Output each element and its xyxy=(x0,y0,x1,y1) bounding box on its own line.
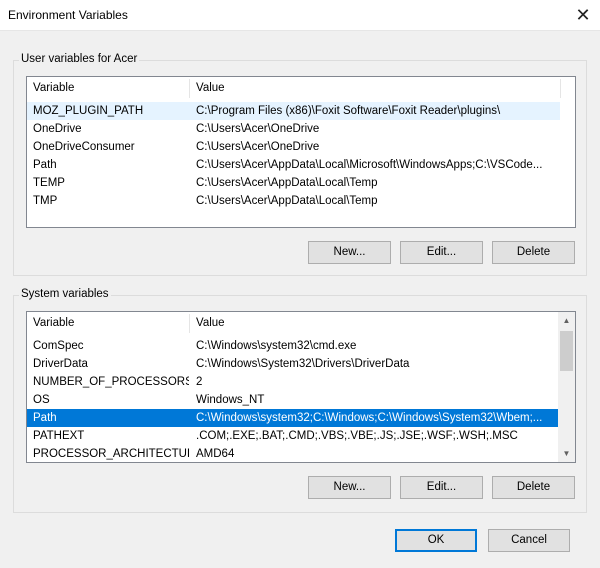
list-header: Variable Value xyxy=(27,312,575,334)
variable-cell: TEMP xyxy=(33,177,65,189)
table-row[interactable]: TMP C:\Users\Acer\AppData\Local\Temp xyxy=(27,192,560,210)
column-header-variable[interactable]: Variable xyxy=(27,312,189,334)
table-row[interactable]: Path C:\Users\Acer\AppData\Local\Microso… xyxy=(27,156,560,174)
variable-cell: OS xyxy=(33,394,50,406)
user-delete-button[interactable]: Delete xyxy=(492,241,575,264)
table-row[interactable]: TEMP C:\Users\Acer\AppData\Local\Temp xyxy=(27,174,560,192)
user-edit-button[interactable]: Edit... xyxy=(400,241,483,264)
value-cell: Windows_NT xyxy=(196,394,265,406)
column-header-value[interactable]: Value xyxy=(190,312,550,334)
user-new-button[interactable]: New... xyxy=(308,241,391,264)
user-variables-list[interactable]: Variable Value MOZ_PLUGIN_PATH C:\Progra… xyxy=(26,76,576,228)
value-cell: C:\Users\Acer\AppData\Local\Temp xyxy=(196,177,378,189)
value-cell: AMD64 xyxy=(196,448,235,460)
variable-cell: Path xyxy=(33,159,57,171)
system-variables-list[interactable]: Variable Value ComSpec C:\Windows\system… xyxy=(26,311,576,463)
system-new-button[interactable]: New... xyxy=(308,476,391,499)
scrollbar-thumb[interactable] xyxy=(560,331,573,371)
system-edit-button[interactable]: Edit... xyxy=(400,476,483,499)
scroll-down-icon[interactable]: ▼ xyxy=(558,445,575,462)
value-cell: 2 xyxy=(196,376,203,388)
table-row[interactable]: PROCESSOR_ARCHITECTURE AMD64 xyxy=(27,445,558,462)
value-cell: C:\Windows\system32\cmd.exe xyxy=(196,340,357,352)
variable-cell: NUMBER_OF_PROCESSORS xyxy=(33,376,189,388)
value-cell: C:\Program Files (x86)\Foxit Software\Fo… xyxy=(196,105,501,117)
column-divider[interactable] xyxy=(560,79,561,98)
column-header-value[interactable]: Value xyxy=(190,77,560,99)
value-cell: C:\Users\Acer\AppData\Local\Temp xyxy=(196,195,378,207)
close-icon[interactable]: ✕ xyxy=(566,0,600,30)
variable-cell: ComSpec xyxy=(33,340,84,352)
system-variables-label: System variables xyxy=(19,288,111,300)
user-variables-label: User variables for Acer xyxy=(19,53,140,65)
vertical-scrollbar[interactable]: ▲ ▼ xyxy=(558,312,575,462)
table-row[interactable]: NUMBER_OF_PROCESSORS 2 xyxy=(27,373,558,391)
variable-cell: PATHEXT xyxy=(33,430,85,442)
variable-cell: PROCESSOR_ARCHITECTURE xyxy=(33,448,189,460)
table-row[interactable]: OneDrive C:\Users\Acer\OneDrive xyxy=(27,120,560,138)
column-header-variable[interactable]: Variable xyxy=(27,77,189,99)
scroll-up-icon[interactable]: ▲ xyxy=(558,312,575,329)
table-row[interactable]: DriverData C:\Windows\System32\Drivers\D… xyxy=(27,355,558,373)
list-header: Variable Value xyxy=(27,77,575,99)
variable-cell: DriverData xyxy=(33,358,88,370)
table-row-selected[interactable]: Path C:\Windows\system32;C:\Windows;C:\W… xyxy=(27,409,558,427)
table-row[interactable]: ComSpec C:\Windows\system32\cmd.exe xyxy=(27,337,558,355)
variable-cell: TMP xyxy=(33,195,58,207)
variable-cell: MOZ_PLUGIN_PATH xyxy=(33,105,144,117)
value-cell: C:\Users\Acer\AppData\Local\Microsoft\Wi… xyxy=(196,159,543,171)
value-cell: C:\Windows\System32\Drivers\DriverData xyxy=(196,358,410,370)
title-bar: Environment Variables ✕ xyxy=(0,0,600,31)
table-row[interactable]: OneDriveConsumer C:\Users\Acer\OneDrive xyxy=(27,138,560,156)
variable-cell: OneDriveConsumer xyxy=(33,141,135,153)
system-delete-button[interactable]: Delete xyxy=(492,476,575,499)
table-row[interactable]: OS Windows_NT xyxy=(27,391,558,409)
variable-cell: OneDrive xyxy=(33,123,82,135)
variable-cell: Path xyxy=(33,412,57,424)
table-row[interactable]: PATHEXT .COM;.EXE;.BAT;.CMD;.VBS;.VBE;.J… xyxy=(27,427,558,445)
cancel-button[interactable]: Cancel xyxy=(488,529,570,552)
value-cell: C:\Users\Acer\OneDrive xyxy=(196,141,320,153)
ok-button[interactable]: OK xyxy=(395,529,477,552)
value-cell: .COM;.EXE;.BAT;.CMD;.VBS;.VBE;.JS;.JSE;.… xyxy=(196,430,518,442)
table-row[interactable]: MOZ_PLUGIN_PATH C:\Program Files (x86)\F… xyxy=(27,102,560,120)
value-cell: C:\Users\Acer\OneDrive xyxy=(196,123,320,135)
value-cell: C:\Windows\system32;C:\Windows;C:\Window… xyxy=(196,412,543,424)
window-title: Environment Variables xyxy=(8,8,128,22)
